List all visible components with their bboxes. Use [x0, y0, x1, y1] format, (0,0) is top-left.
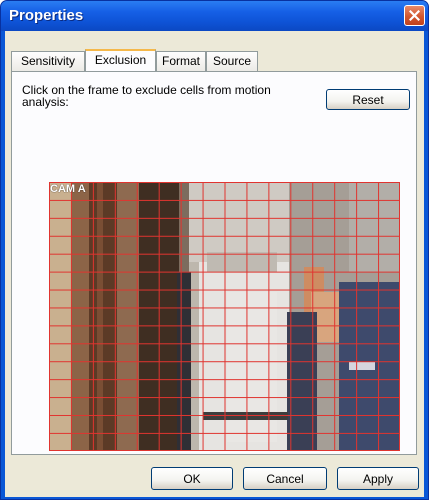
- camera-label: CAM A: [50, 183, 86, 195]
- close-button[interactable]: [404, 5, 425, 26]
- apply-button[interactable]: Apply: [337, 467, 419, 490]
- close-icon: [409, 10, 420, 21]
- properties-dialog: Properties Sensitivity Exclusion Format …: [0, 0, 429, 500]
- reset-button[interactable]: Reset: [326, 89, 410, 110]
- exclusion-tab-panel: Click on the frame to exclude cells from…: [11, 71, 417, 455]
- ok-button[interactable]: OK: [151, 467, 233, 490]
- camera-frame[interactable]: CAM A: [49, 182, 400, 451]
- exclusion-grid[interactable]: [49, 182, 400, 451]
- tab-format[interactable]: Format: [156, 51, 206, 71]
- title-bar[interactable]: Properties: [1, 1, 428, 31]
- window-title: Properties: [9, 7, 84, 24]
- tab-exclusion[interactable]: Exclusion: [85, 49, 156, 71]
- instruction-text: Click on the frame to exclude cells from…: [22, 83, 271, 109]
- dialog-client-area: Sensitivity Exclusion Format Source Clic…: [5, 31, 424, 497]
- tab-source[interactable]: Source: [206, 51, 258, 71]
- cancel-button[interactable]: Cancel: [243, 467, 327, 490]
- tab-sensitivity[interactable]: Sensitivity: [11, 51, 85, 71]
